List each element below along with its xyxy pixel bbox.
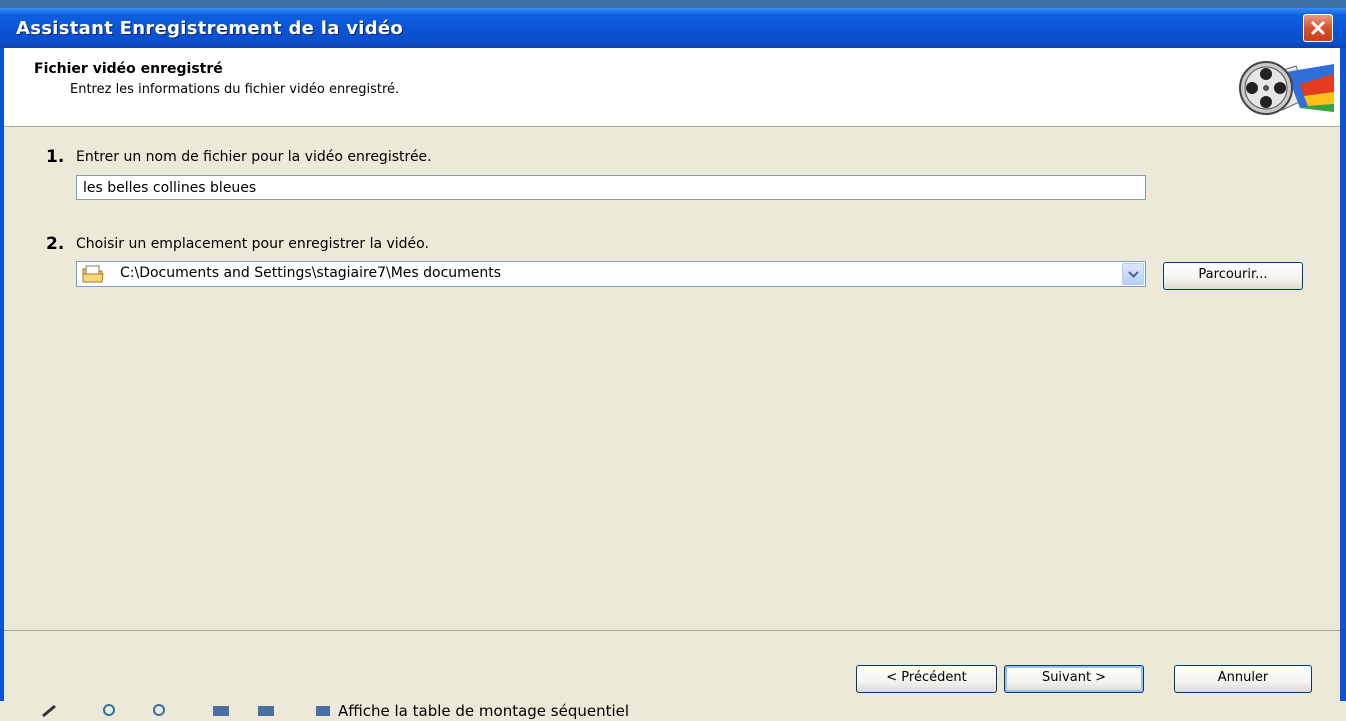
background-toolbar: Affiche la table de montage séquentiel: [0, 701, 1346, 721]
step-1-number: 1.: [46, 147, 65, 167]
film-reel-icon: [1239, 61, 1334, 115]
play-icon: [258, 706, 274, 716]
rewind-icon: [213, 706, 229, 716]
step-1-label: Entrer un nom de fichier pour la vidéo e…: [76, 149, 432, 165]
wizard-header: Fichier vidéo enregistré Entrez les info…: [4, 48, 1340, 127]
tool-icon: [42, 704, 56, 718]
close-button[interactable]: [1303, 14, 1333, 42]
location-combobox[interactable]: C:\Documents and Settings\stagiaire7\Mes…: [76, 261, 1146, 287]
filename-input[interactable]: [76, 175, 1146, 200]
location-dropdown-button[interactable]: [1122, 263, 1144, 285]
window-frame-right: [1340, 48, 1346, 701]
dialog-title: Assistant Enregistrement de la vidéo: [16, 18, 404, 39]
folder-icon: [82, 265, 104, 283]
location-value: C:\Documents and Settings\stagiaire7\Mes…: [120, 265, 502, 281]
header-subtitle: Entrez les informations du fichier vidéo…: [70, 82, 400, 97]
status-tooltip: Affiche la table de montage séquentiel: [338, 702, 630, 720]
step-2-number: 2.: [46, 234, 65, 254]
wizard-footer: < Précédent Suivant > Annuler: [4, 630, 1340, 702]
chevron-down-icon: [1128, 271, 1139, 278]
header-title: Fichier vidéo enregistré: [34, 61, 223, 77]
storyboard-icon: [316, 706, 330, 716]
zoom-in-icon: [103, 704, 115, 716]
close-icon: [1311, 21, 1325, 35]
dialog-titlebar[interactable]: Assistant Enregistrement de la vidéo: [0, 8, 1346, 48]
step-2-label: Choisir un emplacement pour enregistrer …: [76, 236, 429, 252]
dialog-window: Assistant Enregistrement de la vidéo Fic…: [0, 0, 1346, 702]
zoom-out-icon: [153, 704, 165, 716]
next-button[interactable]: Suivant >: [1004, 665, 1144, 693]
previous-button[interactable]: < Précédent: [856, 665, 997, 693]
cancel-button[interactable]: Annuler: [1174, 665, 1312, 693]
browse-button[interactable]: Parcourir...: [1163, 262, 1303, 290]
wizard-body: 1. Entrer un nom de fichier pour la vidé…: [4, 127, 1340, 630]
